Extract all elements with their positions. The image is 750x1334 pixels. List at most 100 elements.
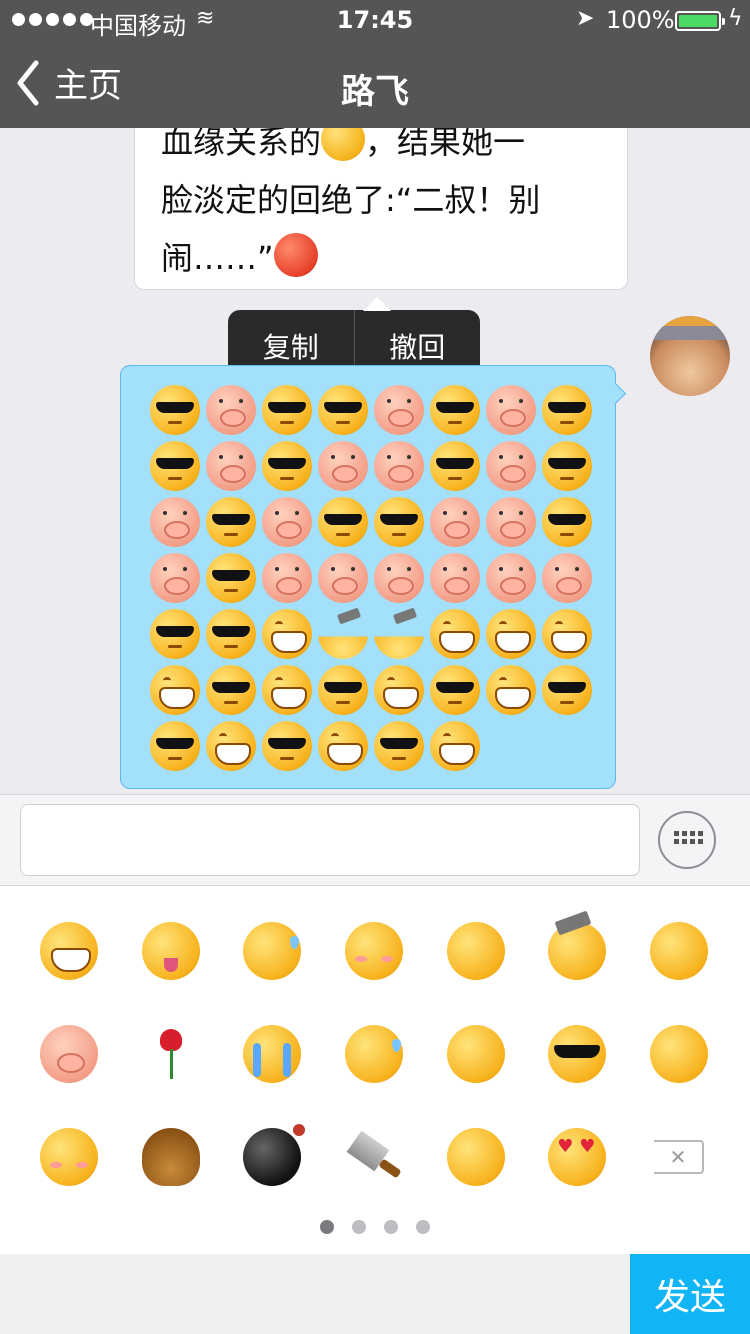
incoming-message-bubble[interactable]: 血缘关系的 ，结果她一 脸淡定的回绝了:“二叔！别 闹……” — [134, 128, 628, 290]
cool-emoji-icon — [542, 665, 592, 715]
emoji-option-cry[interactable] — [221, 1025, 323, 1128]
message-input[interactable] — [20, 804, 640, 876]
think-emoji-icon — [446, 922, 505, 980]
pig-emoji-icon — [150, 553, 200, 603]
pig-emoji-icon — [318, 441, 368, 491]
cool-emoji-icon — [374, 721, 424, 771]
avatar[interactable] — [650, 316, 730, 396]
emoji-option-bomb[interactable] — [221, 1124, 323, 1231]
emoji-option-knife[interactable] — [323, 1128, 425, 1231]
emoji-option-love[interactable] — [526, 1128, 628, 1231]
embarrassed-face-icon — [273, 233, 318, 277]
pig-emoji-icon — [39, 1025, 98, 1083]
cool-emoji-icon — [430, 441, 480, 491]
pig-emoji-icon — [150, 497, 200, 547]
keyboard-toggle-button[interactable] — [658, 811, 716, 869]
cool-emoji-icon — [542, 497, 592, 547]
input-bar — [0, 794, 750, 886]
pig-emoji-icon — [542, 553, 592, 603]
cool-emoji-icon — [206, 553, 256, 603]
location-arrow-icon: ➤ — [576, 6, 595, 31]
emoji-option-poop[interactable] — [120, 1128, 222, 1231]
laugh-emoji-icon — [649, 1025, 708, 1083]
cool-emoji-icon — [206, 665, 256, 715]
hammer-emoji-icon — [374, 609, 424, 659]
cool-emoji-icon — [542, 441, 592, 491]
cool-emoji-icon — [150, 721, 200, 771]
hammer-emoji-icon — [548, 922, 607, 980]
emoji-option-think[interactable] — [425, 922, 527, 1025]
grin-emoji-icon — [262, 665, 312, 715]
pig-emoji-icon — [486, 497, 536, 547]
send-button[interactable]: 发送 — [630, 1254, 750, 1334]
cool-emoji-icon — [548, 1025, 607, 1083]
cool-emoji-icon — [318, 385, 368, 435]
backspace-button[interactable]: ✕ — [628, 1128, 730, 1231]
cool-emoji-icon — [542, 385, 592, 435]
sweat-emoji-icon — [344, 1025, 403, 1083]
cool-emoji-icon — [150, 385, 200, 435]
emoji-option-wink[interactable] — [120, 922, 222, 1025]
emoji-option-cool[interactable] — [526, 1025, 628, 1128]
pig-emoji-icon — [206, 385, 256, 435]
emoji-option-hammer[interactable] — [526, 922, 628, 1025]
page-dot[interactable] — [320, 1220, 334, 1234]
grin-emoji-icon — [39, 922, 98, 980]
dizzy-face-icon — [321, 128, 366, 161]
pig-emoji-icon — [374, 385, 424, 435]
emoji-option-rose[interactable] — [120, 1025, 222, 1128]
emoji-option-laugh[interactable] — [628, 1025, 730, 1128]
outgoing-message-bubble[interactable] — [120, 365, 616, 789]
knife-emoji-icon — [345, 1128, 403, 1186]
page-indicator — [0, 1220, 750, 1234]
sweat-emoji-icon — [243, 922, 302, 980]
emoji-message-grid — [147, 382, 595, 774]
emoji-option-shy[interactable] — [323, 922, 425, 1025]
status-bar: 中国移动 ≋ 17:45 ➤ 100% ϟ — [0, 0, 750, 40]
charging-bolt-icon: ϟ — [728, 6, 743, 31]
emoji-option-pig[interactable] — [18, 1025, 120, 1128]
battery-percent: 100% — [606, 6, 675, 34]
rose-emoji-icon — [142, 1025, 200, 1083]
cool-emoji-icon — [430, 385, 480, 435]
chat-area[interactable]: 血缘关系的 ，结果她一 脸淡定的回绝了:“二叔！别 闹……” 复制 撤回 — [0, 128, 750, 794]
emoji-option-sweat[interactable] — [221, 922, 323, 1025]
emoji-picker-grid: ✕ — [18, 922, 730, 1231]
page-dot[interactable] — [416, 1220, 430, 1234]
message-line: ，结果她一 — [365, 128, 526, 161]
grin-emoji-icon — [374, 665, 424, 715]
cry-emoji-icon — [243, 1025, 302, 1083]
emoji-option-shh[interactable] — [425, 1025, 527, 1128]
pig-emoji-icon — [374, 553, 424, 603]
grin-emoji-icon — [150, 665, 200, 715]
emoji-option-sweat-faint[interactable] — [628, 922, 730, 1025]
emoji-option-sweat[interactable] — [323, 1025, 425, 1128]
message-line: 闹……” — [161, 239, 274, 277]
shy-emoji-icon — [39, 1128, 98, 1186]
message-line: 脸淡定的回绝了:“二叔！别 — [161, 181, 541, 219]
grin-emoji-icon — [206, 721, 256, 771]
page-title: 路飞 — [341, 72, 409, 112]
hammer-emoji-icon — [318, 609, 368, 659]
cool-emoji-icon — [262, 441, 312, 491]
emoji-option-smile[interactable] — [425, 1128, 527, 1231]
cool-emoji-icon — [206, 497, 256, 547]
pig-emoji-icon — [430, 553, 480, 603]
shh-emoji-icon — [446, 1025, 505, 1083]
page-dot[interactable] — [352, 1220, 366, 1234]
page-dot[interactable] — [384, 1220, 398, 1234]
grin-emoji-icon — [430, 721, 480, 771]
backspace-icon: ✕ — [653, 1140, 704, 1174]
cool-emoji-icon — [262, 721, 312, 771]
cool-emoji-icon — [206, 609, 256, 659]
grin-emoji-icon — [430, 609, 480, 659]
bomb-emoji-icon — [243, 1124, 306, 1186]
cool-emoji-icon — [262, 385, 312, 435]
keyboard-icon — [674, 831, 703, 844]
emoji-option-shy[interactable] — [18, 1128, 120, 1231]
emoji-option-grin[interactable] — [18, 922, 120, 1025]
smile-emoji-icon — [446, 1128, 505, 1186]
pig-emoji-icon — [262, 553, 312, 603]
pig-emoji-icon — [262, 497, 312, 547]
incoming-message-text: 血缘关系的 ，结果她一 脸淡定的回绝了:“二叔！别 闹……” — [161, 128, 611, 287]
